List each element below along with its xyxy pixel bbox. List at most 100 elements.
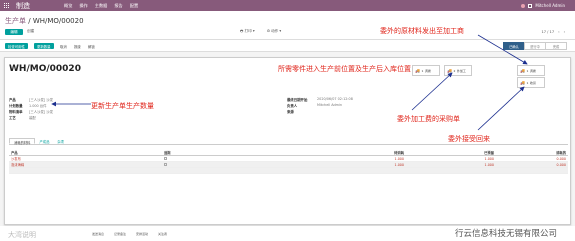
field-label: 产品	[9, 97, 16, 102]
annotation-receipt: 委外接受回来	[448, 135, 490, 143]
column-header[interactable]: 已预留	[404, 150, 494, 155]
record-title: WH/MO/00020	[9, 64, 81, 74]
next-icon[interactable]: ›	[564, 30, 565, 34]
watermark-left: 大湾说明	[8, 231, 36, 239]
menu-item-configuration[interactable]: 配置	[130, 3, 138, 9]
tab-consumed-materials[interactable]: 消耗的材料	[9, 138, 36, 145]
breadcrumb: 生产单 / WH/MO/00020	[5, 16, 84, 26]
chatter-footer: 大湾说明 发送消息 记录备注 安排活动 关注者 行云信息科技无锡有限公司	[0, 226, 575, 241]
cell-reserved: 1.000	[484, 162, 494, 167]
step-confirmed[interactable]: 已确认	[503, 42, 525, 50]
print-menu[interactable]: 🖶 打印 ▾	[240, 29, 255, 35]
edit-button[interactable]: 编辑	[5, 29, 23, 35]
app-title[interactable]: 制造	[16, 1, 30, 11]
smart-button-subcontract[interactable]: 🚚 2 外加工	[444, 65, 472, 76]
smart-label: 调拨	[529, 68, 536, 73]
annotation-update-qty: 更新生产单生产数量	[91, 102, 154, 110]
scrap-button[interactable]: 报废	[71, 43, 84, 49]
menu-item-operations[interactable]: 操作	[79, 3, 87, 9]
smart-label: 调拨	[424, 68, 431, 73]
create-button[interactable]: 创建	[27, 29, 34, 34]
cell-to-consume: 1.000	[394, 162, 404, 167]
menu-item-reporting[interactable]: 报告	[114, 3, 122, 9]
tracking-checkbox[interactable]	[164, 156, 167, 160]
breadcrumb-separator: /	[26, 17, 33, 25]
field-source: 来源	[287, 108, 353, 114]
tab-misc[interactable]: 杂项	[53, 138, 68, 144]
truck-icon: 🚚	[447, 68, 452, 73]
field-qty: 计划数量 1.000 台件	[9, 102, 53, 108]
smart-button-transfer[interactable]: 🚚 1 调拨	[517, 65, 545, 76]
smart-label: 收货	[529, 80, 536, 85]
breadcrumb-parent[interactable]: 生产单	[5, 17, 26, 25]
smart-label: 外加工	[456, 68, 466, 73]
send-message-button[interactable]: 发送消息	[92, 232, 104, 236]
field-label: 来源	[287, 109, 294, 114]
field-value[interactable]: Mitchell Admin	[317, 103, 342, 107]
avatar	[528, 3, 533, 8]
truck-icon: 🚚	[520, 80, 525, 85]
cell-to-consume: 1.000	[394, 156, 404, 161]
column-header[interactable]: 产品	[9, 150, 164, 155]
field-product: 产品 [三人沙发] 沙发	[9, 96, 53, 102]
truck-icon: 🚚	[520, 68, 525, 73]
tab-finished-products[interactable]: 产成品	[35, 138, 53, 144]
prev-icon[interactable]: ‹	[558, 30, 559, 34]
field-value[interactable]: 2020/06/07 02:12:08	[317, 97, 353, 101]
smart-count: 2	[453, 68, 456, 73]
top-navbar: 制造 概览 操作 主数据 报告 配置 Mitchell Admin	[0, 0, 575, 11]
column-header[interactable]: 追踪	[164, 150, 314, 155]
check-availability-button[interactable]: 检查可用性	[5, 43, 28, 49]
breadcrumb-current: WH/MO/00020	[32, 17, 84, 25]
column-header[interactable]: 消耗的	[494, 150, 568, 155]
cell-reserved: 1.000	[484, 156, 494, 161]
field-value[interactable]: 装配	[29, 115, 36, 120]
truck-icon: 🚚	[415, 68, 420, 73]
smart-button-receipt[interactable]: 🚚 1 收货	[517, 77, 545, 88]
field-label: 物料清单	[9, 109, 23, 114]
annotation-purchase-order: 委外加工费的采购单	[397, 115, 460, 123]
table-row-empty	[9, 168, 568, 174]
cell-product: 沙发布	[11, 157, 21, 161]
menu-item-overview[interactable]: 概览	[64, 3, 72, 9]
field-label: 计划数量	[9, 103, 23, 108]
field-value[interactable]: 1.000 台件	[29, 103, 47, 108]
user-menu[interactable]: Mitchell Admin	[521, 3, 565, 8]
apps-menu-icon[interactable]	[4, 3, 9, 8]
pager: 17 / 17 ‹ ›	[541, 30, 565, 34]
cell-consumed: 0.000	[556, 156, 566, 161]
smart-count: 1	[526, 80, 529, 85]
field-label: 最终日期开始	[287, 97, 308, 102]
update-quantity-button[interactable]: 更新数量	[34, 43, 54, 49]
field-value[interactable]: [三人沙发] 沙发	[29, 109, 53, 114]
step-in-progress[interactable]: 进行中	[524, 42, 546, 50]
cancel-button[interactable]: 取消	[57, 43, 70, 49]
followers-button[interactable]: 关注者	[158, 232, 167, 236]
tracking-checkbox[interactable]	[164, 162, 167, 166]
action-menus: 🖶 打印 ▾ ⚙ 动作 ▾	[240, 29, 281, 35]
notification-icon[interactable]	[521, 3, 526, 8]
field-value[interactable]: [三人沙发] 沙发	[29, 97, 53, 102]
column-header[interactable]: 待消耗	[314, 150, 404, 155]
smart-count: 1	[421, 68, 424, 73]
field-routing: 工艺 装配	[9, 114, 53, 120]
smart-button-transfers[interactable]: 🚚 1 调拨	[412, 65, 440, 76]
pager-value[interactable]: 17 / 17	[541, 30, 554, 34]
state-steps: 已确认 进行中 完成	[503, 42, 567, 50]
menu-item-master-data[interactable]: 主数据	[95, 3, 108, 9]
field-bom: 物料清单 [三人沙发] 沙发	[9, 108, 53, 114]
smart-count: 1	[526, 68, 529, 73]
chatter-actions: 发送消息 记录备注 安排活动 关注者	[92, 232, 167, 236]
watermark-right: 行云信息科技无锡有限公司	[454, 229, 557, 239]
schedule-activity-button[interactable]: 安排活动	[136, 232, 148, 236]
cell-product: 泡沫海绵	[11, 163, 25, 167]
unlock-button[interactable]: 解锁	[85, 43, 98, 49]
status-bar: 检查可用性 更新数量 取消 报废 解锁 已确认 进行中 完成	[0, 39, 575, 52]
log-note-button[interactable]: 记录备注	[114, 232, 126, 236]
annotation-raw-material: 委外的原材料发出至加工商	[380, 27, 464, 35]
action-menu[interactable]: ⚙ 动作 ▾	[267, 29, 282, 35]
user-name[interactable]: Mitchell Admin	[535, 3, 565, 8]
step-done[interactable]: 完成	[545, 42, 567, 50]
materials-table: 产品 追踪 待消耗 已预留 消耗的 沙发布 1.000 1.000 0.000 …	[9, 150, 568, 174]
field-label: 工艺	[9, 115, 16, 120]
